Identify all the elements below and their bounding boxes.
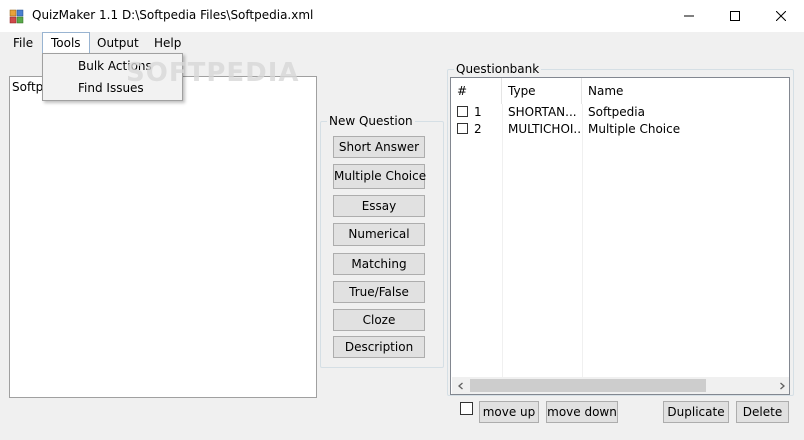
matching-button[interactable]: Matching xyxy=(333,253,425,275)
horizontal-scrollbar[interactable] xyxy=(452,377,789,394)
column-divider xyxy=(582,104,583,378)
select-all-checkbox[interactable] xyxy=(460,402,473,415)
menu-output[interactable]: Output xyxy=(90,32,146,54)
row-checkbox[interactable] xyxy=(457,123,468,134)
questionbank-label: Questionbank xyxy=(454,62,542,76)
table-row[interactable]: 1 SHORTAN... Softpedia xyxy=(451,104,789,121)
column-header-number[interactable]: # xyxy=(451,78,502,104)
menu-item-find-issues[interactable]: Find Issues xyxy=(44,78,181,99)
new-question-label: New Question xyxy=(327,114,415,128)
delete-button[interactable]: Delete xyxy=(736,401,789,423)
row-type: MULTICHOI... xyxy=(508,122,580,136)
questionbank-table[interactable]: # Type Name 1 SHORTAN... Softpedia 2 MUL… xyxy=(450,77,790,395)
short-answer-button[interactable]: Short Answer xyxy=(333,136,425,158)
chevron-right-icon xyxy=(779,382,785,389)
category-list[interactable]: Softpedia xyxy=(9,76,317,398)
menu-file[interactable]: File xyxy=(6,32,40,54)
minimize-button[interactable] xyxy=(666,0,712,32)
row-name: Multiple Choice xyxy=(588,122,681,136)
cloze-button[interactable]: Cloze xyxy=(333,309,425,331)
menu-item-bulk-actions[interactable]: Bulk Actions xyxy=(44,56,181,77)
scroll-right-button[interactable] xyxy=(773,377,789,394)
multiple-choice-button[interactable]: Multiple Choice xyxy=(333,164,426,189)
move-up-button[interactable]: move up xyxy=(479,401,539,423)
column-header-type[interactable]: Type xyxy=(502,78,582,104)
duplicate-button[interactable]: Duplicate xyxy=(663,401,729,423)
description-button[interactable]: Description xyxy=(333,336,425,358)
chevron-left-icon xyxy=(457,382,463,389)
essay-button[interactable]: Essay xyxy=(333,195,425,217)
scroll-left-button[interactable] xyxy=(452,377,469,394)
move-down-button[interactable]: move down xyxy=(546,401,618,423)
menu-tools[interactable]: Tools xyxy=(42,32,90,54)
row-type: SHORTAN... xyxy=(508,105,577,119)
numerical-button[interactable]: Numerical xyxy=(333,223,425,246)
row-number: 2 xyxy=(474,122,482,136)
maximize-button[interactable] xyxy=(712,0,758,32)
close-button[interactable] xyxy=(758,0,804,32)
minimize-icon xyxy=(684,15,694,17)
row-number: 1 xyxy=(474,105,482,119)
maximize-icon xyxy=(730,11,740,21)
menu-help[interactable]: Help xyxy=(147,32,188,54)
column-header-name[interactable]: Name xyxy=(582,78,789,104)
tools-dropdown-menu: Bulk Actions Find Issues xyxy=(42,53,183,101)
true-false-button[interactable]: True/False xyxy=(333,281,425,303)
scroll-thumb[interactable] xyxy=(470,379,706,392)
row-checkbox[interactable] xyxy=(457,106,468,117)
menu-bar: File Tools Output Help xyxy=(0,32,804,54)
app-icon xyxy=(9,8,25,24)
column-divider xyxy=(502,104,503,378)
row-name: Softpedia xyxy=(588,105,645,119)
table-row[interactable]: 2 MULTICHOI... Multiple Choice xyxy=(451,121,789,138)
title-bar[interactable]: QuizMaker 1.1 D:\Softpedia Files\Softped… xyxy=(0,0,804,32)
close-icon xyxy=(776,11,786,21)
window-title: QuizMaker 1.1 D:\Softpedia Files\Softped… xyxy=(32,8,314,22)
